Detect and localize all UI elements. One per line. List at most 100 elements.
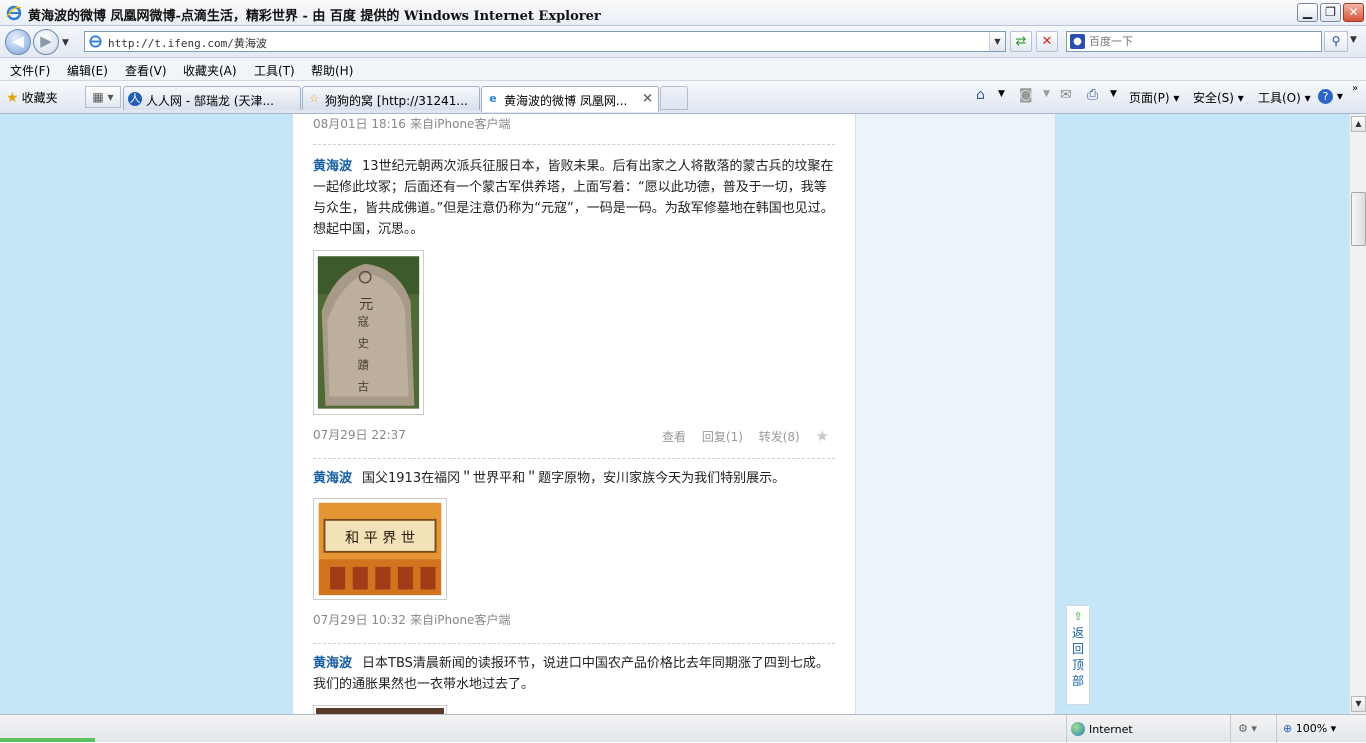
favorite-star-icon[interactable]: ★ [816, 427, 829, 445]
post-source[interactable]: 来自iPhone客户端 [410, 613, 511, 627]
menu-help[interactable]: 帮助(H) [311, 62, 353, 79]
menu-favorites[interactable]: 收藏夹(A) [183, 62, 237, 79]
new-tab-button[interactable] [660, 86, 688, 110]
rss-icon[interactable]: ◙ [1019, 87, 1033, 103]
scroll-down-icon[interactable]: ▼ [1351, 696, 1366, 712]
favorites-label: 收藏夹 [21, 91, 58, 105]
forward-icon: ▶ [40, 32, 52, 50]
scroll-up-icon[interactable]: ▲ [1351, 116, 1366, 132]
post-meta: 07月29日 10:32 来自iPhone客户端 [313, 610, 510, 630]
post-image[interactable] [313, 705, 447, 714]
tab-dog-nest[interactable]: ☆ 狗狗的窝 [http://31241... [302, 86, 480, 110]
favorites-star-icon: ★ [6, 90, 19, 106]
zone-label: Internet [1089, 723, 1133, 736]
calligraphy-photo[interactable]: 和 平 界 世 [313, 498, 447, 600]
mail-icon[interactable]: ✉ [1060, 87, 1072, 103]
vertical-scrollbar[interactable]: ▲ ▼ [1349, 114, 1366, 714]
status-divider [1066, 715, 1067, 743]
page-menu[interactable]: 页面(P) ▾ [1129, 89, 1179, 106]
calligraphy-text: 和 平 界 世 [345, 530, 415, 546]
minimize-button[interactable]: ▁ [1297, 3, 1318, 22]
post-divider [313, 458, 835, 459]
close-tab-icon[interactable]: × [642, 91, 653, 106]
svg-text:元: 元 [357, 297, 373, 312]
back-to-top-char: 顶 [1071, 658, 1084, 672]
post-meta: 07月29日 22:37 [313, 425, 406, 445]
post-image[interactable]: 元 寇 史 蹟 古 [313, 250, 424, 415]
tools-menu-label: 工具(O) [1258, 91, 1301, 105]
favorites-button[interactable]: ★ 收藏夹 [6, 89, 58, 106]
window-title: 黄海波的微博 凤凰网微博-点滴生活，精彩世界 - 由 百度 提供的 Window… [28, 9, 601, 24]
menu-view[interactable]: 查看(V) [125, 62, 167, 79]
protected-mode-icon[interactable]: ⚙ ▾ [1238, 722, 1257, 735]
rss-dropdown[interactable]: ▼ [1043, 89, 1050, 99]
refresh-icon: ⇄ [1015, 34, 1027, 49]
title-bar: 黄海波的微博 凤凰网微博-点滴生活，精彩世界 - 由 百度 提供的 Window… [0, 0, 1366, 26]
forward-link[interactable]: 转发(8) [759, 430, 800, 444]
search-input[interactable] [1089, 34, 1317, 49]
forward-button[interactable]: ▶ [33, 29, 59, 55]
up-arrow-icon: ⇧ [1073, 610, 1083, 623]
refresh-button[interactable]: ⇄ [1010, 31, 1032, 52]
security-zone[interactable]: Internet [1071, 722, 1133, 736]
back-to-top-char: 返 [1071, 626, 1084, 640]
weibo-post: 黄海波 日本TBS清晨新闻的读报环节，说进口中国农产品价格比去年同期涨了四到七成。… [313, 653, 835, 714]
post-image[interactable]: 和 平 界 世 [313, 498, 447, 600]
renren-icon: 人 [128, 92, 142, 106]
tab-huanghaibo-weibo[interactable]: e 黄海波的微博 凤凰网... × [481, 86, 659, 112]
menu-tools[interactable]: 工具(T) [254, 62, 295, 79]
post-body: 黄海波 13世纪元朝两次派兵征服日本，皆败未果。后有出家之人将散落的蒙古兵的坟聚在… [313, 156, 835, 240]
author-link[interactable]: 黄海波 [313, 471, 352, 486]
recent-pages-dropdown[interactable]: ▼ [62, 38, 69, 48]
page-menu-label: 页面(P) [1129, 91, 1170, 105]
search-options-dropdown[interactable]: ▼ [1350, 35, 1357, 45]
print-icon[interactable]: ⎙ [1087, 87, 1098, 103]
zoom-control[interactable]: ⊕ 100% ▾ [1283, 722, 1336, 735]
memorial-stone-photo[interactable]: 元 寇 史 蹟 古 [313, 250, 424, 415]
scroll-thumb[interactable] [1351, 192, 1366, 246]
close-window-button[interactable]: ✕ [1343, 3, 1364, 22]
tools-menu[interactable]: 工具(O) ▾ [1258, 89, 1311, 106]
address-url: http://t.ifeng.com/黄海波 [108, 37, 267, 50]
post-time[interactable]: 07月29日 22:37 [313, 428, 406, 442]
author-link[interactable]: 黄海波 [313, 159, 352, 174]
help-icon: ? [1318, 89, 1333, 104]
print-dropdown[interactable]: ▼ [1110, 89, 1117, 99]
star-favicon-icon: ☆ [309, 92, 319, 105]
tab-renren[interactable]: 人 人人网 - 郜瑞龙 (天津... [123, 86, 301, 110]
back-button[interactable]: ◀ [5, 29, 31, 55]
status-divider [1230, 715, 1231, 743]
back-to-top-button[interactable]: ⇧ 返 回 顶 部 [1066, 605, 1090, 705]
menu-file[interactable]: 文件(F) [10, 62, 50, 79]
author-link[interactable]: 黄海波 [313, 656, 352, 671]
post-time[interactable]: 08月01日 18:16 [313, 117, 406, 131]
globe-icon [1071, 722, 1085, 736]
search-button[interactable]: ⚲ [1324, 31, 1348, 52]
post-divider [313, 144, 835, 145]
post-body: 黄海波 国父1913在福冈＂世界平和＂题字原物，安川家族今天为我们特别展示。 [313, 468, 835, 489]
tab-label: 人人网 - 郜瑞龙 (天津... [146, 94, 274, 108]
post-time[interactable]: 07月29日 10:32 [313, 613, 406, 627]
stop-button[interactable]: ✕ [1036, 31, 1058, 52]
back-to-top-char: 部 [1071, 674, 1084, 688]
post-source[interactable]: 来自iPhone客户端 [410, 117, 511, 131]
restore-button[interactable]: ❐ [1320, 3, 1341, 22]
help-button[interactable]: ? ▾ [1318, 89, 1343, 104]
svg-text:史: 史 [358, 336, 369, 350]
menu-edit[interactable]: 编辑(E) [67, 62, 108, 79]
home-icon[interactable]: ⌂ [976, 87, 985, 103]
address-field[interactable]: http://t.ifeng.com/黄海波 ▼ [84, 31, 1006, 52]
home-dropdown[interactable]: ▼ [998, 89, 1005, 99]
search-box[interactable]: ● [1066, 31, 1322, 52]
stop-icon: ✕ [1041, 34, 1053, 49]
weibo-post: 黄海波 13世纪元朝两次派兵征服日本，皆败未果。后有出家之人将散落的蒙古兵的坟聚在… [313, 156, 835, 445]
safety-menu[interactable]: 安全(S) ▾ [1193, 89, 1244, 106]
address-dropdown-icon[interactable]: ▼ [989, 32, 1005, 51]
reply-link[interactable]: 回复(1) [702, 430, 743, 444]
view-link[interactable]: 查看 [662, 430, 686, 444]
svg-text:蹟: 蹟 [358, 358, 369, 372]
tab-bar: ★ 收藏夹 ▦ ▾ 人 人人网 - 郜瑞龙 (天津... ☆ 狗狗的窝 [http… [0, 81, 1366, 114]
safety-menu-label: 安全(S) [1193, 91, 1234, 105]
toolbar-overflow[interactable]: » [1352, 83, 1358, 94]
quick-tabs-button[interactable]: ▦ ▾ [85, 86, 121, 108]
